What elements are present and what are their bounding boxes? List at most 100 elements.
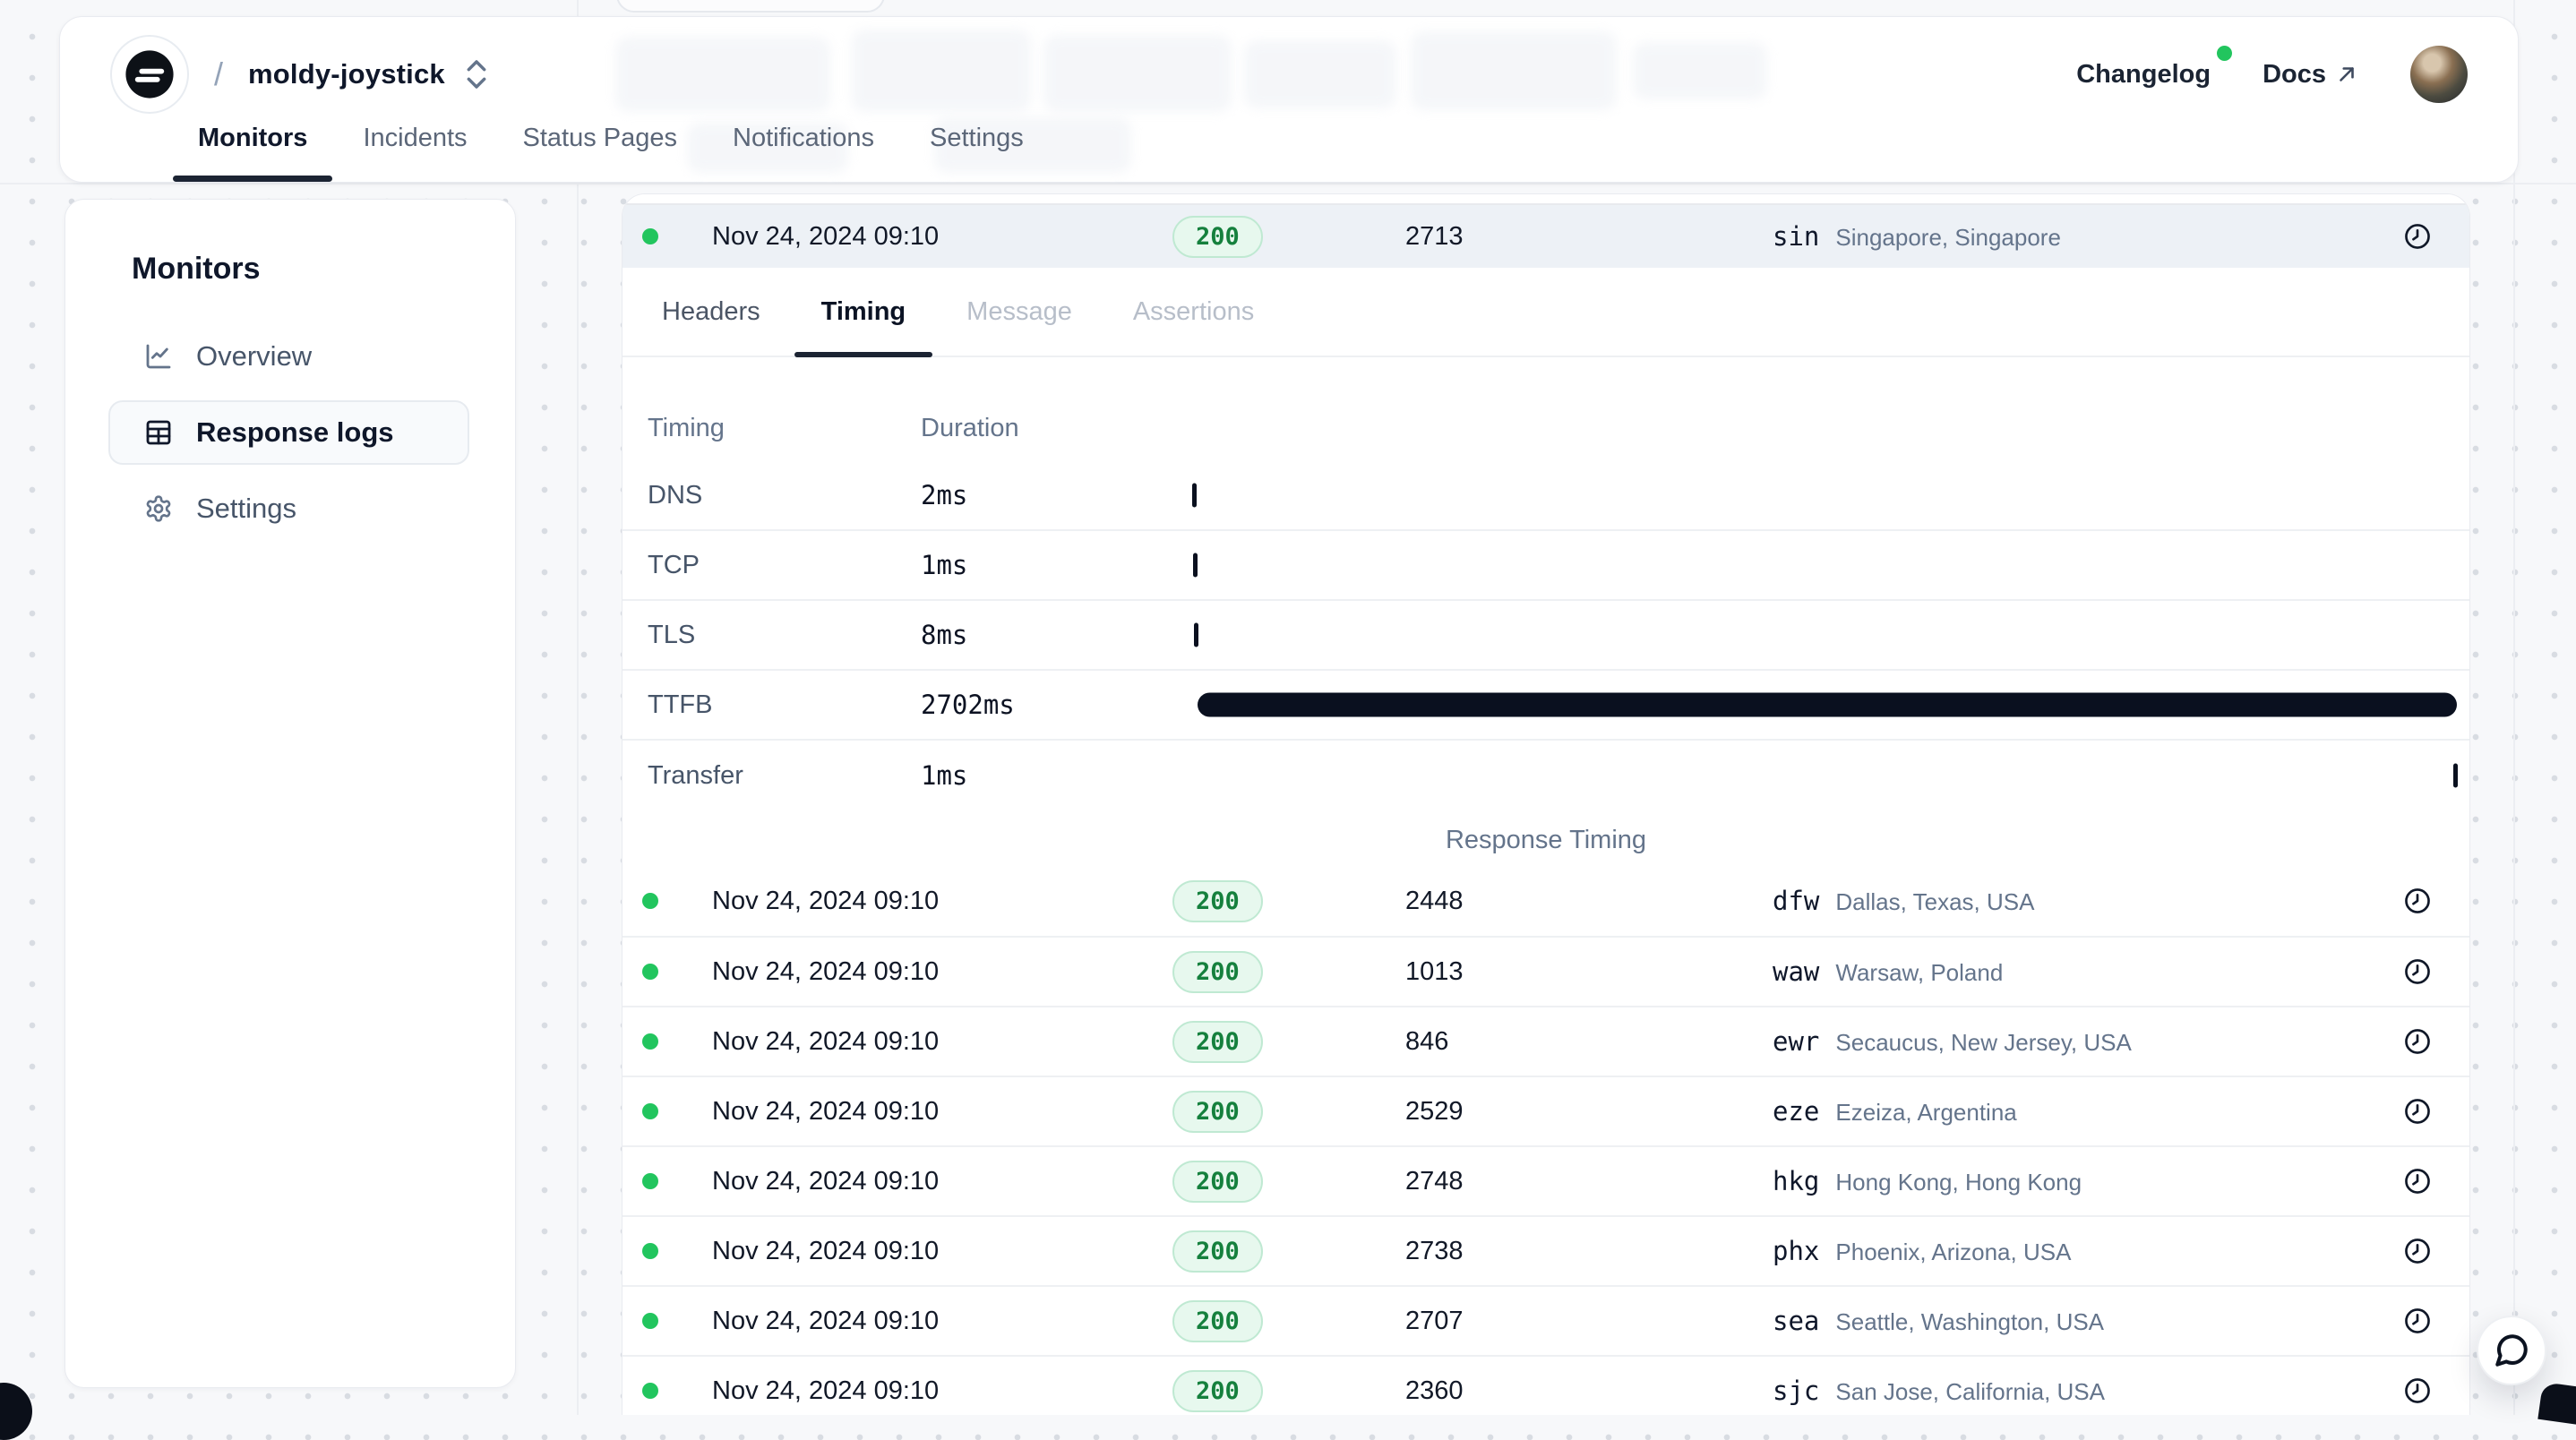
selected-log-row[interactable]: Nov 24, 2024 09:10 200 2713 sin Singapor…	[623, 205, 2469, 268]
row-time-button[interactable]	[2362, 1167, 2448, 1196]
region-location: San Jose, California, USA	[1835, 1378, 2105, 1406]
table-icon	[144, 418, 173, 447]
status-badge: 200	[1172, 1230, 1263, 1273]
status-dot	[642, 1033, 658, 1050]
row-time-button[interactable]	[2362, 1237, 2448, 1265]
clock-icon	[2403, 1097, 2432, 1126]
response-log-list: Nov 24, 2024 09:10 200 2448 dfw Dallas, …	[623, 866, 2469, 1415]
project-switcher-button[interactable]	[463, 56, 490, 92]
timing-row: Transfer 1ms	[623, 741, 2469, 810]
timing-phase-name: TTFB	[648, 690, 921, 720]
ghost-pill-cutoff	[616, 0, 885, 13]
breadcrumb-separator: /	[214, 56, 223, 93]
log-region: dfw Dallas, Texas, USA	[1773, 886, 2362, 916]
response-log-row[interactable]: Nov 24, 2024 09:10 200 2360 sjc San Jose…	[623, 1355, 2469, 1415]
user-avatar[interactable]	[2410, 46, 2468, 103]
mouse-cursor-artifact	[2537, 1382, 2576, 1425]
log-latency: 2713	[1405, 222, 1773, 252]
line-chart-icon	[144, 342, 173, 371]
log-timestamp: Nov 24, 2024 09:10	[712, 222, 1155, 252]
log-timestamp: Nov 24, 2024 09:10	[712, 1237, 1155, 1266]
timing-row: TTFB 2702ms	[623, 671, 2469, 741]
status-badge: 200	[1172, 1091, 1263, 1133]
clock-icon	[2403, 1027, 2432, 1056]
row-time-button[interactable]	[2362, 1027, 2448, 1056]
log-latency: 2738	[1405, 1237, 1773, 1266]
response-log-row[interactable]: Nov 24, 2024 09:10 200 2748 hkg Hong Kon…	[623, 1145, 2469, 1215]
tab-settings[interactable]: Settings	[930, 124, 1024, 182]
sidebar-item-response-logs[interactable]: Response logs	[108, 400, 469, 465]
external-link-arrow-icon	[2335, 63, 2358, 86]
sidebar-item-settings[interactable]: Settings	[108, 476, 469, 541]
clock-icon	[2403, 887, 2432, 915]
bg-guideline-left	[577, 0, 579, 1415]
row-time-button[interactable]	[2362, 222, 2448, 251]
log-timestamp: Nov 24, 2024 09:10	[712, 1376, 1155, 1406]
clock-icon	[2403, 1237, 2432, 1265]
log-region: phx Phoenix, Arizona, USA	[1773, 1236, 2362, 1266]
region-location: Hong Kong, Hong Kong	[1835, 1169, 2082, 1196]
timing-phase-name: TCP	[648, 551, 921, 580]
log-latency: 2360	[1405, 1376, 1773, 1406]
log-latency: 2748	[1405, 1167, 1773, 1196]
response-log-row[interactable]: Nov 24, 2024 09:10 200 2707 sea Seattle,…	[623, 1285, 2469, 1355]
row-time-button[interactable]	[2362, 1097, 2448, 1126]
header-nav: Monitors Incidents Status Pages Notifica…	[198, 124, 1024, 182]
region-code: eze	[1773, 1096, 1819, 1127]
tab-notifications[interactable]: Notifications	[733, 124, 874, 182]
log-timestamp: Nov 24, 2024 09:10	[712, 957, 1155, 987]
changelog-link[interactable]: Changelog	[2076, 60, 2211, 90]
docs-link[interactable]: Docs	[2263, 60, 2358, 90]
response-log-row[interactable]: Nov 24, 2024 09:10 200 846 ewr Secaucus,…	[623, 1006, 2469, 1076]
log-region: hkg Hong Kong, Hong Kong	[1773, 1166, 2362, 1196]
response-log-row[interactable]: Nov 24, 2024 09:10 200 2448 dfw Dallas, …	[623, 866, 2469, 936]
log-detail-tabs: Headers Timing Message Assertions	[623, 268, 2469, 357]
status-dot	[642, 893, 658, 909]
status-dot	[642, 1383, 658, 1399]
status-dot	[642, 1103, 658, 1119]
response-log-row[interactable]: Nov 24, 2024 09:10 200 2529 eze Ezeiza, …	[623, 1076, 2469, 1145]
timing-column-header: Timing	[648, 414, 921, 443]
status-dot	[642, 964, 658, 980]
row-time-button[interactable]	[2362, 957, 2448, 986]
detail-tab-timing[interactable]: Timing	[794, 268, 933, 356]
log-region: sea Seattle, Washington, USA	[1773, 1306, 2362, 1336]
status-dot	[642, 1173, 658, 1189]
region-code: ewr	[1773, 1026, 1819, 1057]
timing-row: DNS 2ms	[623, 461, 2469, 531]
workspace-logo[interactable]	[110, 35, 189, 114]
status-badge: 200	[1172, 1161, 1263, 1203]
tab-incidents[interactable]: Incidents	[363, 124, 467, 182]
sidebar-item-label: Settings	[196, 493, 296, 525]
region-code: sea	[1773, 1306, 1819, 1336]
region-code: sjc	[1773, 1376, 1819, 1406]
sidebar-item-overview[interactable]: Overview	[108, 324, 469, 389]
row-time-button[interactable]	[2362, 1307, 2448, 1335]
region-code: sin	[1773, 221, 1819, 252]
log-timestamp: Nov 24, 2024 09:10	[712, 1307, 1155, 1336]
log-timestamp: Nov 24, 2024 09:10	[712, 1167, 1155, 1196]
row-time-button[interactable]	[2362, 1376, 2448, 1405]
tab-status-pages[interactable]: Status Pages	[523, 124, 678, 182]
bg-guideline-right	[2513, 0, 2515, 1415]
timing-row: TLS 8ms	[623, 601, 2469, 671]
region-code: hkg	[1773, 1166, 1819, 1196]
response-log-row[interactable]: Nov 24, 2024 09:10 200 2738 phx Phoenix,…	[623, 1215, 2469, 1285]
detail-tab-headers[interactable]: Headers	[635, 268, 787, 356]
region-location: Ezeiza, Argentina	[1835, 1099, 2016, 1127]
region-code: dfw	[1773, 886, 1819, 916]
timing-bar	[1192, 484, 1197, 508]
chat-widget-button[interactable]	[2477, 1316, 2546, 1385]
row-time-button[interactable]	[2362, 887, 2448, 915]
changelog-unread-dot	[2217, 46, 2232, 61]
chat-bubble-icon	[2493, 1332, 2530, 1369]
timing-bar-zone	[1192, 685, 2458, 724]
timing-table-header: Timing Duration	[623, 395, 2469, 461]
log-region: waw Warsaw, Poland	[1773, 956, 2362, 987]
response-log-row[interactable]: Nov 24, 2024 09:10 200 1013 waw Warsaw, …	[623, 936, 2469, 1006]
log-latency: 2707	[1405, 1307, 1773, 1336]
log-timestamp: Nov 24, 2024 09:10	[712, 1097, 1155, 1127]
app-header: / moldy-joystick Changelog Docs Monitors	[59, 16, 2519, 183]
tab-monitors[interactable]: Monitors	[198, 124, 307, 182]
corner-widget-cutoff	[0, 1383, 32, 1440]
